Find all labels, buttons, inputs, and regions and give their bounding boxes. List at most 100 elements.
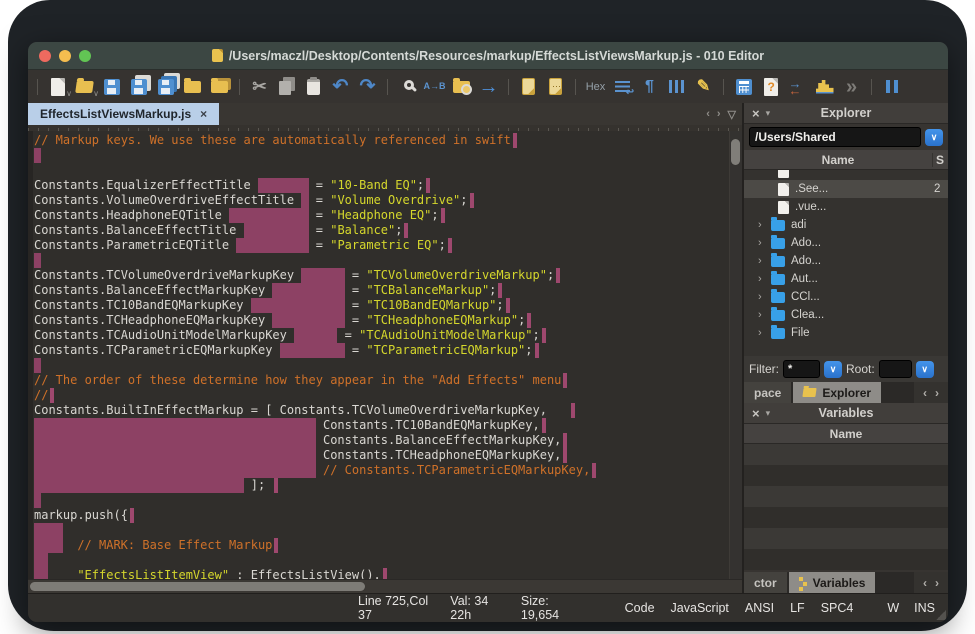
vertical-scrollbar[interactable] [729, 131, 742, 579]
file-row-see[interactable]: .See...2 [744, 180, 948, 198]
tab-workspace[interactable]: pace [744, 382, 791, 403]
expand-chevron-icon[interactable]: › [758, 255, 771, 267]
variables-column-name[interactable]: Name [744, 427, 948, 441]
file-row-adi[interactable]: ›adi [744, 216, 948, 234]
find-icon[interactable] [397, 75, 418, 99]
status-spacing[interactable]: SPC4 [821, 601, 854, 615]
show-whitespace-icon[interactable]: ¶ [639, 75, 660, 99]
edit-template-icon[interactable] [518, 75, 539, 99]
tab-prev-icon[interactable]: ‹ [706, 108, 710, 120]
path-dropdown-button[interactable]: ∨ [925, 129, 943, 146]
pager-prev-icon[interactable]: ‹ [923, 386, 927, 400]
expand-chevron-icon[interactable]: › [758, 273, 771, 285]
title-bar[interactable]: /Users/maczl/Desktop/Contents/Resources/… [28, 42, 948, 70]
expand-chevron-icon[interactable]: › [758, 309, 771, 321]
replace-icon[interactable]: A→B [424, 75, 445, 99]
root-input[interactable] [879, 360, 912, 378]
undo-icon[interactable]: ↶ [330, 75, 351, 99]
tab-inspector[interactable]: ctor [744, 572, 787, 593]
file-row[interactable] [744, 170, 948, 180]
cut-icon[interactable]: ✂ [249, 75, 270, 99]
expand-chevron-icon[interactable]: › [758, 327, 771, 339]
file-row-ccl[interactable]: ›CCl... [744, 288, 948, 306]
minimize-window-button[interactable] [59, 50, 71, 62]
tab-list-icon[interactable]: ▽ [728, 108, 736, 121]
compare-icon[interactable] [787, 75, 808, 99]
horizontal-scrollbar-thumb[interactable] [30, 582, 365, 591]
expand-chevron-icon[interactable]: › [758, 237, 771, 249]
file-row-ado[interactable]: ›Ado... [744, 234, 948, 252]
file-row-aut[interactable]: ›Aut... [744, 270, 948, 288]
columns-icon[interactable] [666, 75, 687, 99]
filter-dropdown-button[interactable]: ∨ [824, 361, 842, 378]
status-syntax[interactable]: JavaScript [671, 601, 729, 615]
status-mode[interactable]: Code [625, 601, 655, 615]
more-tools-icon[interactable]: » [841, 75, 862, 99]
gutter-strip [28, 131, 33, 579]
zoom-window-button[interactable] [79, 50, 91, 62]
goto-icon[interactable]: → [478, 75, 499, 99]
file-row-ado[interactable]: ›Ado... [744, 252, 948, 270]
file-info-icon[interactable] [760, 75, 781, 99]
status-charset[interactable]: ANSI [745, 601, 774, 615]
status-write[interactable]: W [887, 601, 899, 615]
expand-chevron-icon[interactable]: › [758, 291, 771, 303]
hex-mode-icon[interactable]: Hex [585, 75, 606, 99]
file-row-vue[interactable]: .vue... [744, 198, 948, 216]
column-size[interactable]: S [932, 153, 948, 167]
paste-icon[interactable] [303, 75, 324, 99]
filter-input[interactable]: * [783, 360, 820, 378]
tab-close-icon[interactable]: × [200, 107, 207, 121]
pause-icon[interactable] [881, 75, 902, 99]
find-in-files-icon[interactable] [451, 75, 472, 99]
open-folders-icon[interactable] [209, 75, 230, 99]
column-name[interactable]: Name [744, 153, 932, 167]
code-line: Constants.EqualizerEffectTitle = "10-Ban… [34, 178, 728, 193]
grid-icon [799, 577, 803, 581]
pager-next-icon[interactable]: › [935, 386, 939, 400]
path-combobox[interactable]: /Users/Shared [749, 127, 921, 147]
run-script-icon[interactable] [545, 75, 566, 99]
close-window-button[interactable] [39, 50, 51, 62]
tab-next-icon[interactable]: › [717, 108, 721, 120]
variables-empty-row [744, 507, 948, 528]
open-folder-icon[interactable] [182, 75, 203, 99]
pager-next-icon[interactable]: › [935, 576, 939, 590]
root-label: Root: [846, 362, 875, 376]
file-row-file[interactable]: ›File [744, 324, 948, 342]
horizontal-scrollbar[interactable] [28, 579, 742, 593]
variables-empty-row [744, 486, 948, 507]
resize-grip-icon[interactable] [936, 610, 946, 620]
code-editor[interactable]: // Markup keys. We use these are automat… [28, 131, 742, 579]
open-file-icon[interactable]: ∨ [74, 75, 95, 99]
filter-row: Filter: * ∨ Root: ∨ [744, 356, 948, 382]
highlight-icon[interactable]: ✎ [693, 75, 714, 99]
tab-effectslistviewsmarkup[interactable]: EffectsListViewsMarkup.js × [28, 103, 219, 125]
word-wrap-icon[interactable] [612, 75, 633, 99]
file-row-clea[interactable]: ›Clea... [744, 306, 948, 324]
code-line: Constants.TCAudioUnitModelMarkupKey = "T… [34, 328, 728, 343]
save-as-icon[interactable] [128, 75, 149, 99]
save-icon[interactable] [101, 75, 122, 99]
pager-prev-icon[interactable]: ‹ [923, 576, 927, 590]
code-line: Constants.BalanceEffectMarkupKey = "TCBa… [34, 283, 728, 298]
file-name: .See... [795, 183, 934, 195]
new-file-icon[interactable]: ∨ [47, 75, 68, 99]
expand-chevron-icon[interactable]: › [758, 219, 771, 231]
variables-empty-row [744, 549, 948, 570]
vertical-scrollbar-thumb[interactable] [731, 139, 740, 165]
code-line: Constants.TC10BandEQMarkupKey, [34, 418, 728, 433]
status-insert[interactable]: INS [914, 601, 935, 615]
redo-icon[interactable]: ↷ [357, 75, 378, 99]
window-title-group: /Users/maczl/Desktop/Contents/Resources/… [212, 49, 764, 63]
status-linefeed[interactable]: LF [790, 601, 805, 615]
root-dropdown-button[interactable]: ∨ [916, 361, 934, 378]
copy-icon[interactable] [276, 75, 297, 99]
tab-explorer[interactable]: Explorer [793, 382, 881, 403]
save-all-icon[interactable] [155, 75, 176, 99]
tab-variables[interactable]: Variables [789, 572, 876, 593]
folder-icon [771, 238, 785, 249]
histogram-icon[interactable] [814, 75, 835, 99]
status-bar: Line 725,Col 37 Val: 34 22h Size: 19,654… [28, 593, 948, 622]
calculator-icon[interactable] [733, 75, 754, 99]
